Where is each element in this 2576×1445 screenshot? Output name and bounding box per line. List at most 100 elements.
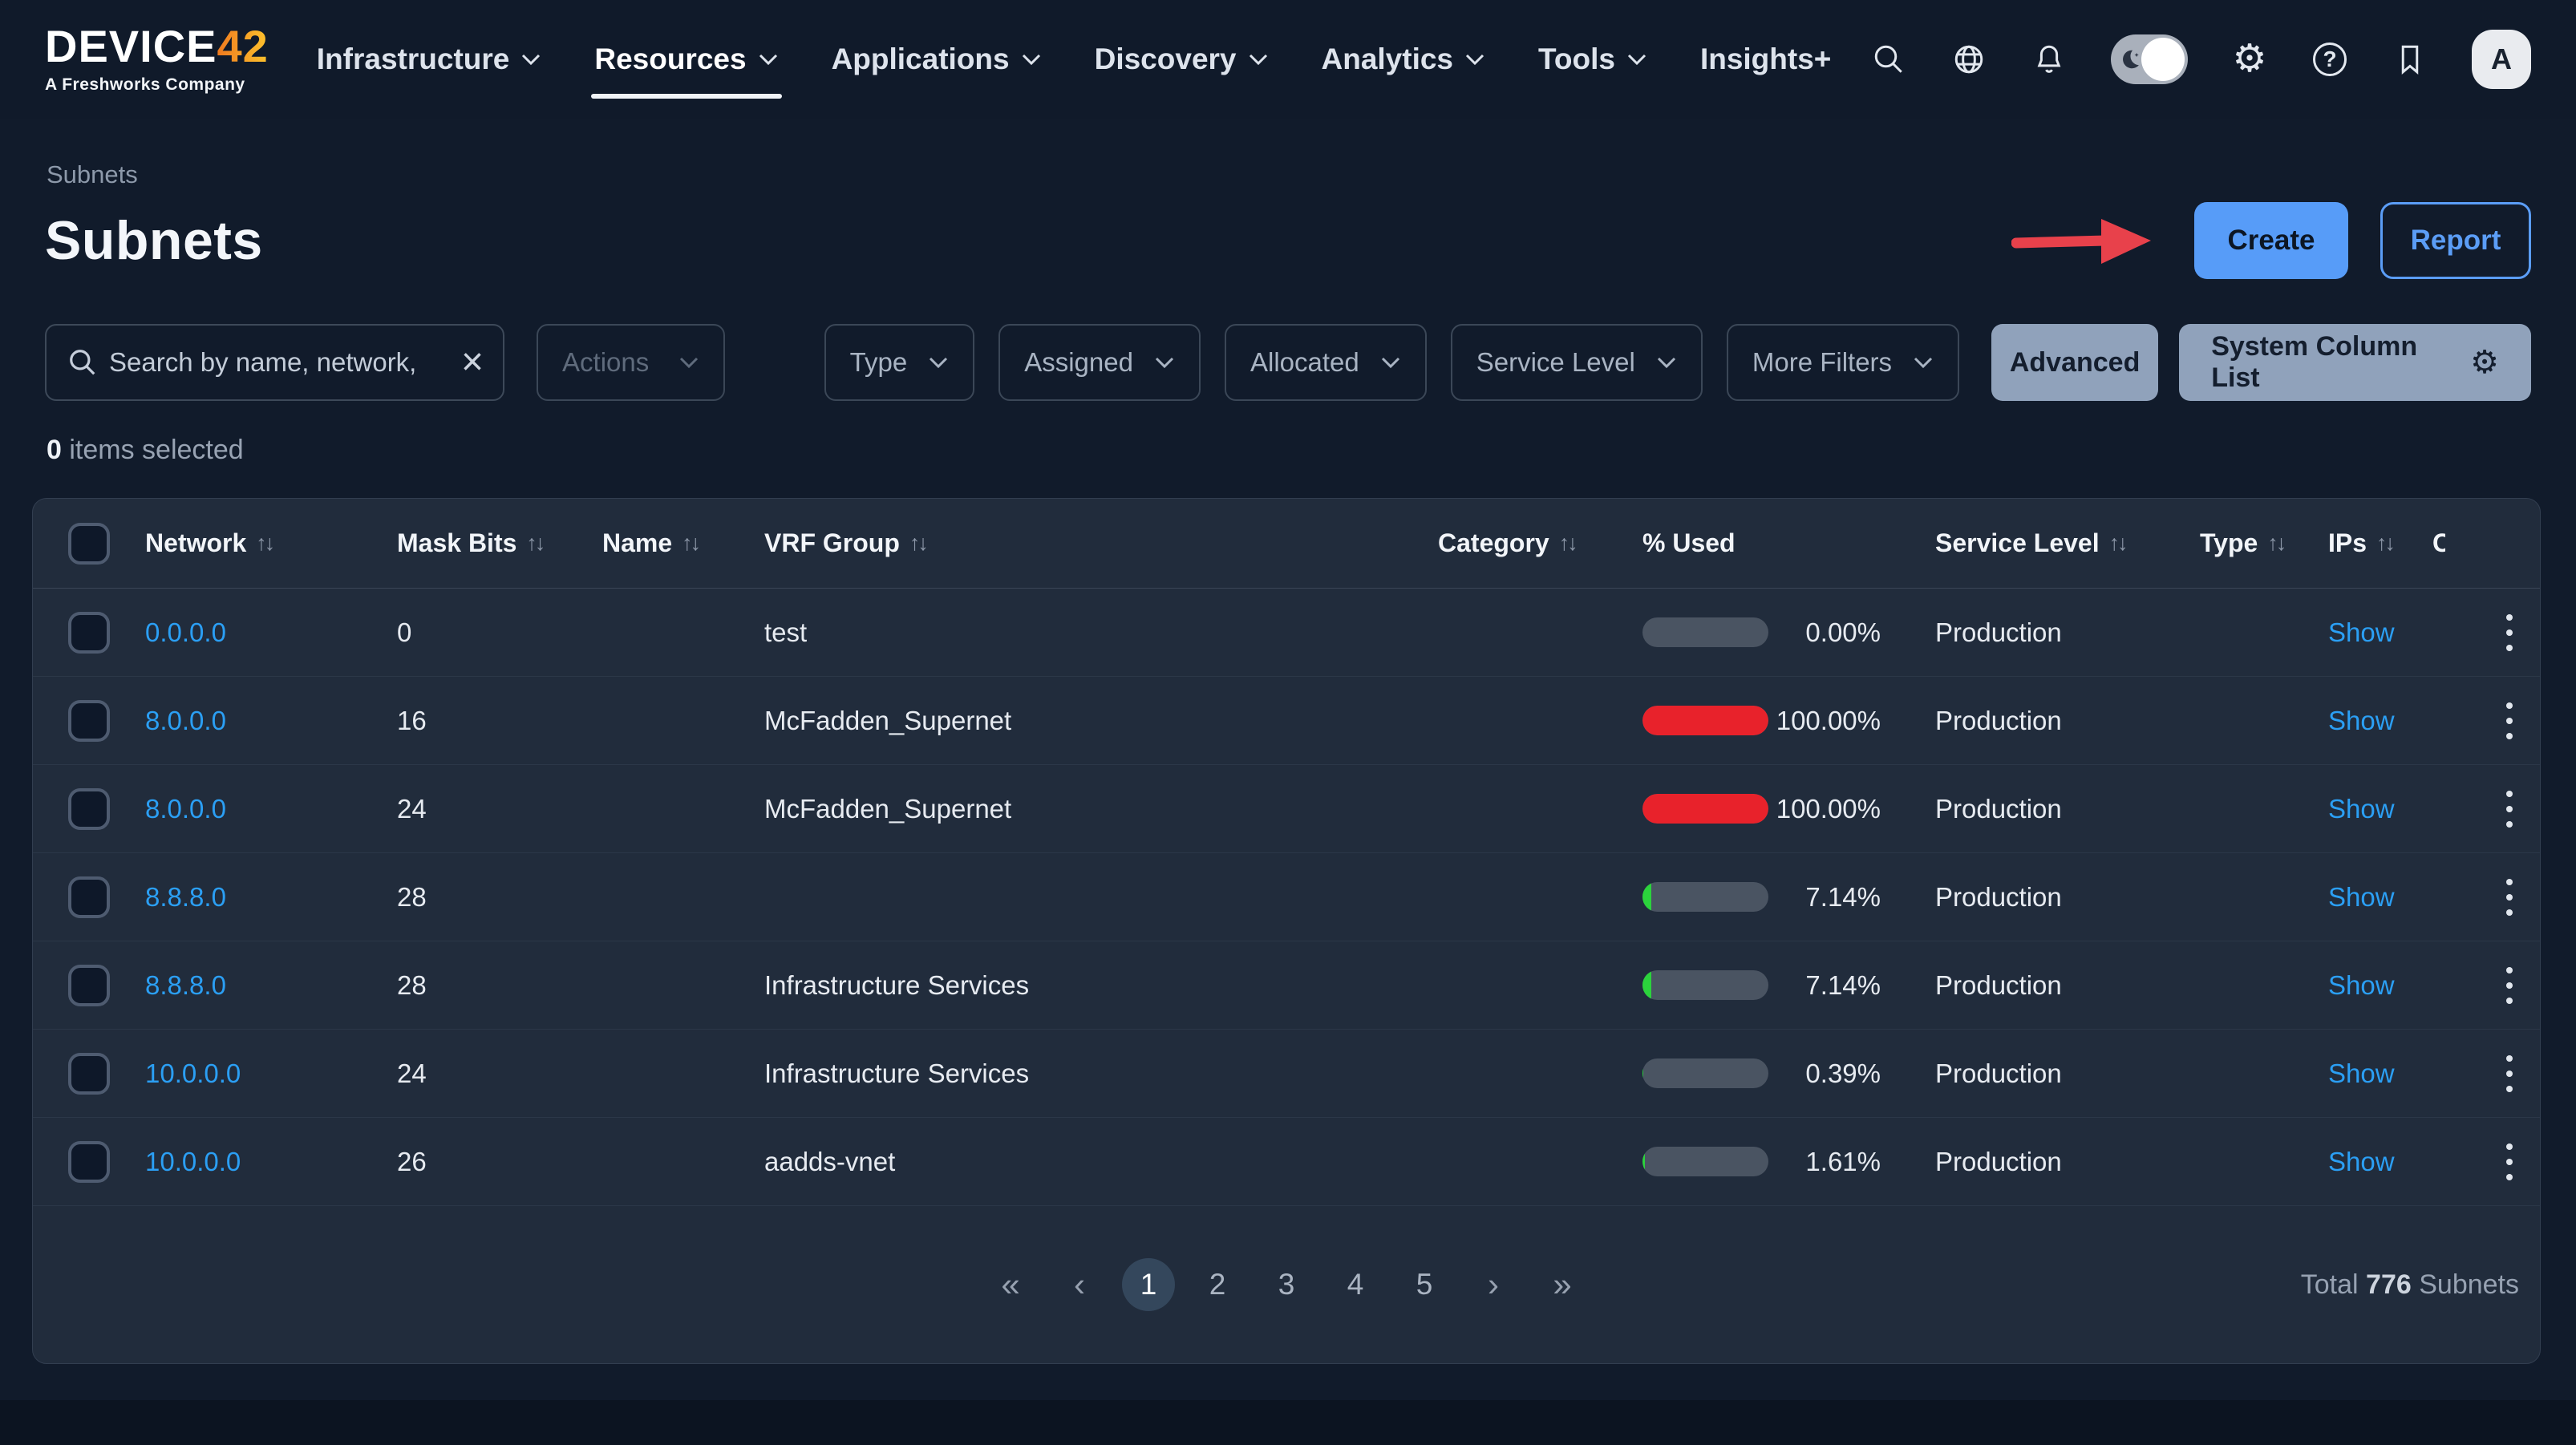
advanced-button[interactable]: Advanced bbox=[1991, 324, 2158, 401]
dark-mode-toggle[interactable] bbox=[2111, 34, 2188, 84]
logo-tagline: A Freshworks Company bbox=[45, 75, 269, 95]
network-link[interactable]: 8.8.8.0 bbox=[145, 882, 397, 913]
usage-bar bbox=[1642, 882, 1768, 912]
gear-icon: ⚙ bbox=[2470, 346, 2499, 378]
sort-icon[interactable]: ↑↓ bbox=[909, 531, 926, 556]
settings-gear-icon[interactable]: ⚙ bbox=[2231, 41, 2268, 78]
sort-icon[interactable]: ↑↓ bbox=[2267, 531, 2284, 556]
network-link[interactable]: 10.0.0.0 bbox=[145, 1058, 397, 1089]
more-filters-dropdown[interactable]: More Filters bbox=[1727, 324, 1959, 401]
row-checkbox[interactable] bbox=[68, 965, 110, 1006]
network-link[interactable]: 8.8.8.0 bbox=[145, 970, 397, 1001]
mask-bits: 16 bbox=[397, 706, 602, 736]
menu-tools[interactable]: Tools bbox=[1538, 31, 1647, 87]
row-actions-kebab-icon[interactable] bbox=[2501, 1139, 2517, 1185]
page-button-5[interactable]: 5 bbox=[1398, 1258, 1451, 1311]
show-ips-link[interactable]: Show bbox=[2328, 1058, 2432, 1089]
network-link[interactable]: 0.0.0.0 bbox=[145, 617, 397, 648]
sort-icon[interactable]: ↑↓ bbox=[256, 531, 273, 556]
sort-icon[interactable]: ↑↓ bbox=[682, 531, 699, 556]
pagination-band: « ‹ 1 2 3 4 5 › » Total 776 Subnets bbox=[33, 1206, 2540, 1363]
menu-resources[interactable]: Resources bbox=[594, 31, 778, 87]
help-icon[interactable]: ? bbox=[2311, 41, 2348, 78]
vrf-group: Infrastructure Services bbox=[764, 1058, 1438, 1089]
table-row: 10.0.0.0 24 Infrastructure Services 0.39… bbox=[33, 1030, 2540, 1118]
show-ips-link[interactable]: Show bbox=[2328, 1147, 2432, 1177]
page-button-1[interactable]: 1 bbox=[1122, 1258, 1175, 1311]
create-button[interactable]: Create bbox=[2194, 202, 2348, 279]
notifications-bell-icon[interactable] bbox=[2031, 41, 2068, 78]
used-cell: 1.61% bbox=[1642, 1147, 1935, 1177]
selection-count: 0 items selected bbox=[47, 435, 2576, 466]
row-checkbox[interactable] bbox=[68, 876, 110, 918]
show-ips-link[interactable]: Show bbox=[2328, 970, 2432, 1001]
service-level: Production bbox=[1935, 1058, 2200, 1089]
search-icon[interactable] bbox=[1870, 41, 1907, 78]
last-page-button[interactable]: » bbox=[1536, 1258, 1589, 1311]
prev-page-button[interactable]: ‹ bbox=[1053, 1258, 1106, 1311]
user-avatar[interactable]: A bbox=[2472, 30, 2531, 89]
row-actions-kebab-icon[interactable] bbox=[2501, 874, 2517, 921]
menu-infrastructure[interactable]: Infrastructure bbox=[317, 31, 542, 87]
system-column-list-button[interactable]: System Column List ⚙ bbox=[2179, 324, 2531, 401]
service-level-filter-dropdown[interactable]: Service Level bbox=[1451, 324, 1703, 401]
show-ips-link[interactable]: Show bbox=[2328, 794, 2432, 824]
row-actions-kebab-icon[interactable] bbox=[2501, 962, 2517, 1009]
nav-utility-icons: ⚙ ? A bbox=[1870, 30, 2531, 89]
mask-bits: 26 bbox=[397, 1147, 602, 1177]
device42-logo[interactable]: DEVICE42 A Freshworks Company bbox=[45, 24, 269, 95]
vrf-group: Infrastructure Services bbox=[764, 970, 1438, 1001]
allocated-filter-dropdown[interactable]: Allocated bbox=[1225, 324, 1427, 401]
select-all-checkbox[interactable] bbox=[68, 523, 110, 565]
table-row: 8.8.8.0 28 Infrastructure Services 7.14%… bbox=[33, 941, 2540, 1030]
service-level: Production bbox=[1935, 617, 2200, 648]
table-row: 8.8.8.0 28 7.14% Production Show bbox=[33, 853, 2540, 941]
col-used: % Used bbox=[1642, 528, 1935, 558]
next-page-button[interactable]: › bbox=[1467, 1258, 1520, 1311]
menu-analytics[interactable]: Analytics bbox=[1322, 31, 1486, 87]
sort-icon[interactable]: ↑↓ bbox=[2376, 531, 2393, 556]
page-button-2[interactable]: 2 bbox=[1191, 1258, 1244, 1311]
actions-dropdown[interactable]: Actions bbox=[537, 324, 725, 401]
show-ips-link[interactable]: Show bbox=[2328, 706, 2432, 736]
menu-insights-plus[interactable]: Insights+ bbox=[1700, 31, 1831, 87]
row-checkbox[interactable] bbox=[68, 788, 110, 830]
service-level: Production bbox=[1935, 970, 2200, 1001]
report-button[interactable]: Report bbox=[2380, 202, 2531, 279]
row-checkbox[interactable] bbox=[68, 612, 110, 654]
first-page-button[interactable]: « bbox=[984, 1258, 1037, 1311]
red-annotation-arrow-icon bbox=[2011, 214, 2156, 267]
row-actions-kebab-icon[interactable] bbox=[2501, 786, 2517, 832]
menu-applications[interactable]: Applications bbox=[832, 31, 1042, 87]
row-checkbox[interactable] bbox=[68, 1053, 110, 1095]
page-button-3[interactable]: 3 bbox=[1260, 1258, 1313, 1311]
show-ips-link[interactable]: Show bbox=[2328, 617, 2432, 648]
clear-search-icon[interactable]: × bbox=[461, 343, 484, 382]
row-actions-kebab-icon[interactable] bbox=[2501, 698, 2517, 744]
network-link[interactable]: 10.0.0.0 bbox=[145, 1147, 397, 1177]
sort-icon[interactable]: ↑↓ bbox=[526, 531, 543, 556]
search-box[interactable]: × bbox=[45, 324, 504, 401]
col-category: Category↑↓ bbox=[1438, 528, 1642, 558]
show-ips-link[interactable]: Show bbox=[2328, 882, 2432, 913]
breadcrumb[interactable]: Subnets bbox=[47, 160, 2576, 189]
network-link[interactable]: 8.0.0.0 bbox=[145, 706, 397, 736]
table-header-row: Network↑↓ Mask Bits↑↓ Name↑↓ VRF Group↑↓… bbox=[33, 499, 2540, 589]
row-actions-kebab-icon[interactable] bbox=[2501, 1050, 2517, 1097]
row-checkbox[interactable] bbox=[68, 700, 110, 742]
bookmark-icon[interactable] bbox=[2392, 41, 2428, 78]
chevron-down-icon bbox=[1154, 356, 1175, 369]
type-filter-dropdown[interactable]: Type bbox=[824, 324, 975, 401]
mask-bits: 28 bbox=[397, 970, 602, 1001]
globe-icon[interactable] bbox=[1950, 41, 1987, 78]
assigned-filter-dropdown[interactable]: Assigned bbox=[998, 324, 1201, 401]
sort-icon[interactable]: ↑↓ bbox=[1559, 531, 1576, 556]
network-link[interactable]: 8.0.0.0 bbox=[145, 794, 397, 824]
page-button-4[interactable]: 4 bbox=[1329, 1258, 1382, 1311]
search-input[interactable] bbox=[109, 347, 450, 378]
row-checkbox[interactable] bbox=[68, 1141, 110, 1183]
row-actions-kebab-icon[interactable] bbox=[2501, 609, 2517, 656]
chevron-down-icon bbox=[1464, 53, 1485, 66]
sort-icon[interactable]: ↑↓ bbox=[2109, 531, 2126, 556]
menu-discovery[interactable]: Discovery bbox=[1095, 31, 1269, 87]
